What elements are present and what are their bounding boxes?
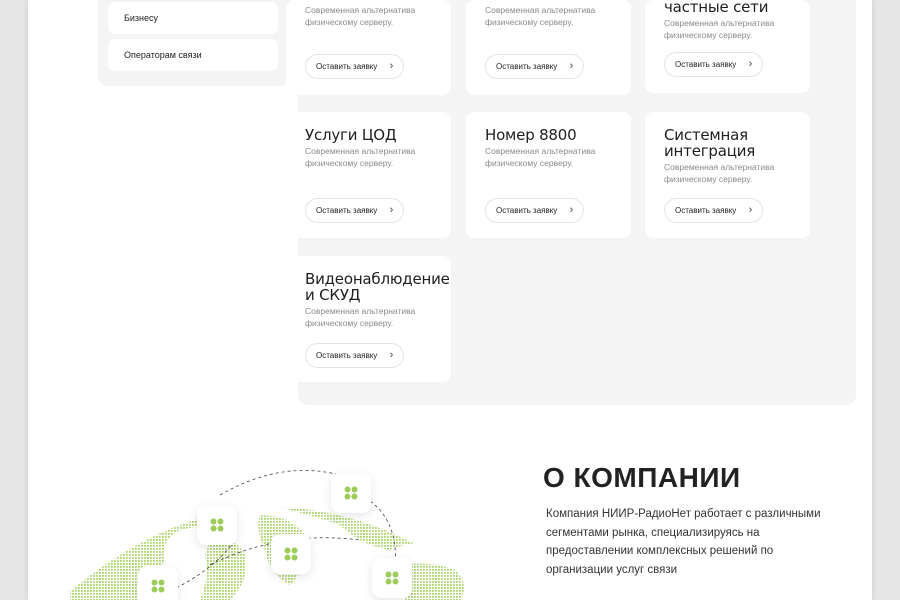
service-card: Видеонаблюдение и СКУД Современная альте… [286,256,451,382]
service-desc: Современная альтернатива физическому сер… [485,5,596,27]
clover-icon [271,534,311,574]
chevron-right-icon: › [748,58,753,70]
request-button-label: Оставить заявку [496,62,558,71]
request-button-label: Оставить заявку [316,351,378,360]
request-button[interactable]: Оставить заявку › [305,343,405,368]
service-title: частные сети [664,0,769,16]
service-title: Услуги ЦОД [305,126,397,144]
service-desc: Современная альтернатива физическому сер… [664,162,775,184]
chevron-right-icon: › [569,204,574,216]
request-button[interactable]: Оставить заявку › [485,54,585,79]
service-desc: Современная альтернатива физическому сер… [305,306,416,328]
chevron-right-icon: › [389,60,394,72]
chevron-right-icon: › [389,349,394,361]
request-button-label: Оставить заявку [675,60,737,69]
request-button[interactable]: Оставить заявку › [664,198,764,223]
service-card: частные сети Современная альтернатива фи… [645,0,810,93]
service-card: Современная альтернатива физическому сер… [466,0,631,95]
service-desc: Современная альтернатива физическому сер… [305,146,416,168]
sidebar: Бизнесу Операторам связи [98,0,290,86]
sidebar-item-operators[interactable]: Операторам связи [108,39,278,71]
service-card: Современная альтернатива физическому сер… [286,0,451,95]
service-title: Видеонаблюдение и СКУД [305,270,450,304]
sidebar-item-business[interactable]: Бизнесу [108,2,278,34]
about-text: Компания НИИР-РадиоНет работает с различ… [546,508,821,576]
clover-icon [331,473,371,513]
service-card: Услуги ЦОД Современная альтернатива физи… [286,112,451,238]
request-button-label: Оставить заявку [496,206,558,215]
chevron-right-icon: › [748,204,753,216]
service-desc: Современная альтернатива физическому сер… [485,146,596,168]
request-button-label: Оставить заявку [316,62,378,71]
request-button[interactable]: Оставить заявку › [305,198,405,223]
chevron-right-icon: › [569,60,574,72]
request-button[interactable]: Оставить заявку › [305,54,405,79]
service-desc: Современная альтернатива физическому сер… [664,18,775,40]
world-map-illustration [70,469,464,600]
service-desc: Современная альтернатива физическому сер… [305,5,416,27]
request-button[interactable]: Оставить заявку › [664,52,764,77]
service-title: Системная интеграция [664,126,756,160]
clover-icon [197,505,237,545]
service-card: Системная интеграция Современная альтерн… [645,112,810,238]
about-title: О КОМПАНИИ [543,462,741,493]
service-title: Номер 8800 [485,126,577,144]
request-button-label: Оставить заявку [675,206,737,215]
request-button-label: Оставить заявку [316,206,378,215]
clover-icon [138,566,178,600]
chevron-right-icon: › [389,204,394,216]
clover-icon [372,558,412,598]
request-button[interactable]: Оставить заявку › [485,198,585,223]
service-card: Номер 8800 Современная альтернатива физи… [466,112,631,238]
